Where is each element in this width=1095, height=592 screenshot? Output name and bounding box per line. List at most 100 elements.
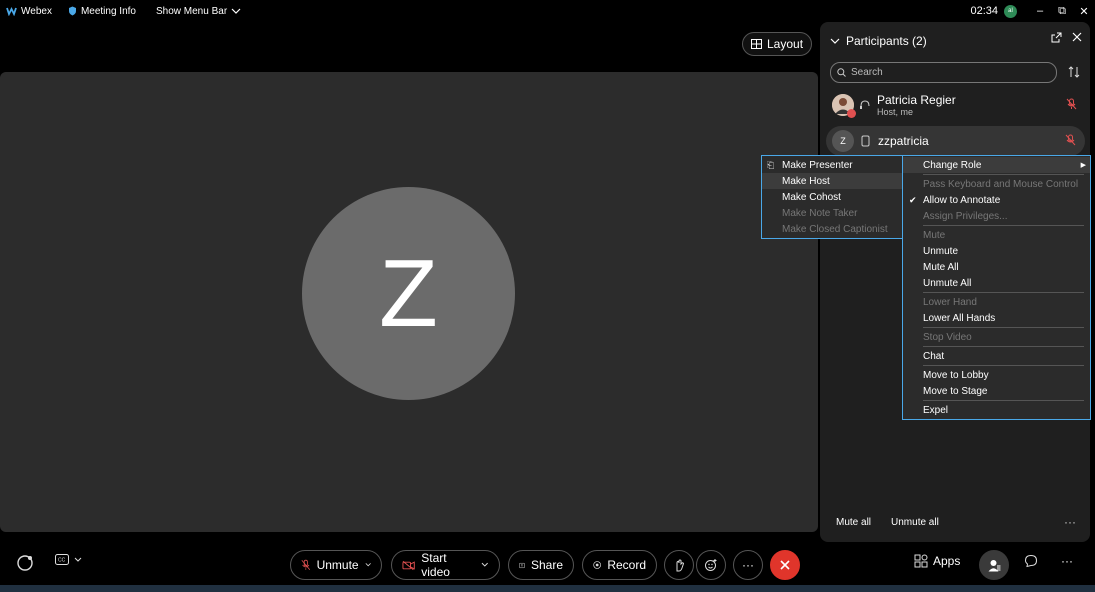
menu-item-make-presenter[interactable]: ⎗ Make Presenter	[762, 157, 902, 173]
record-button[interactable]: Record	[582, 550, 657, 580]
menu-separator	[923, 292, 1084, 293]
layout-button[interactable]: Layout	[742, 32, 813, 56]
participant-name: Patricia Regier	[877, 92, 956, 107]
menu-item-change-role[interactable]: Change Role ▶	[903, 157, 1090, 173]
change-role-submenu: ⎗ Make Presenter Make Host Make Cohost M…	[761, 155, 903, 239]
muted-mic-icon	[301, 559, 311, 571]
activity-button[interactable]	[16, 554, 34, 572]
headset-icon	[860, 100, 870, 109]
menu-item-make-note-taker: Make Note Taker	[782, 207, 858, 219]
record-icon	[593, 561, 601, 569]
more-controls-button[interactable]: ···	[733, 550, 763, 580]
menu-item-mute-all[interactable]: Mute All	[903, 259, 1090, 275]
unmute-button[interactable]: Unmute	[290, 550, 382, 580]
captions-icon: CC	[55, 554, 69, 565]
participant-context-menu: Change Role ▶ Pass Keyboard and Mouse Co…	[902, 155, 1091, 420]
clock: 02:34	[970, 5, 998, 17]
hand-icon	[676, 558, 684, 571]
chat-bubble-icon	[1024, 554, 1038, 568]
participant-avatar-large: Z	[302, 187, 515, 400]
search-input[interactable]: Search	[830, 62, 1057, 83]
share-button[interactable]: Share	[508, 550, 574, 580]
video-stage: Z	[0, 72, 818, 532]
phone-icon	[861, 135, 870, 147]
menu-separator	[923, 400, 1084, 401]
user-avatar[interactable]: al	[1004, 4, 1017, 18]
restore-button[interactable]: ⧉	[1051, 0, 1073, 22]
chevron-down-icon[interactable]	[365, 562, 371, 568]
muted-mic-icon[interactable]	[1065, 134, 1077, 146]
mute-all-button[interactable]: Mute all	[836, 517, 871, 528]
presenter-icon: ⎗	[767, 159, 775, 170]
menu-separator	[923, 346, 1084, 347]
submenu-arrow-icon: ▶	[1080, 162, 1086, 169]
menu-item-move-to-lobby[interactable]: Move to Lobby	[903, 367, 1090, 383]
menu-separator	[923, 174, 1084, 175]
meeting-controls-bar: CC Unmute Start video Share Record ··· A…	[0, 548, 1095, 582]
participant-row[interactable]: Patricia Regier Host, me	[826, 90, 1085, 120]
status-badge	[847, 109, 856, 118]
minimize-button[interactable]: –	[1029, 0, 1051, 22]
start-video-button[interactable]: Start video	[391, 550, 500, 580]
end-meeting-button[interactable]	[770, 550, 800, 580]
muted-mic-icon[interactable]	[1066, 98, 1077, 110]
reactions-button[interactable]	[696, 550, 726, 580]
webex-logo-icon	[6, 6, 17, 16]
video-off-icon	[402, 560, 415, 570]
avatar: Z	[832, 130, 854, 152]
webex-app-menu[interactable]: Webex	[0, 0, 58, 22]
more-options-button[interactable]: ···	[1064, 515, 1076, 529]
unmute-all-button[interactable]: Unmute all	[891, 517, 939, 528]
menu-separator	[923, 327, 1084, 328]
close-icon[interactable]	[1072, 32, 1082, 42]
panel-header: Participants (2)	[830, 34, 927, 48]
participant-row-selected[interactable]: Z zzpatricia	[826, 126, 1085, 156]
menu-item-chat[interactable]: Chat	[903, 348, 1090, 364]
participants-toggle-button[interactable]	[979, 550, 1009, 580]
participant-role: Host, me	[877, 106, 914, 117]
chat-button[interactable]	[1024, 554, 1038, 568]
apps-button[interactable]: Apps	[914, 554, 960, 568]
captions-button[interactable]: CC	[55, 554, 82, 565]
menu-separator	[923, 365, 1084, 366]
os-taskbar-edge	[0, 585, 1095, 592]
svg-text:CC: CC	[58, 558, 66, 564]
more-options-button[interactable]: ···	[1061, 554, 1073, 568]
menu-item-make-host[interactable]: Make Host	[762, 173, 902, 189]
sort-icon[interactable]	[1068, 66, 1080, 78]
collapse-chevron-icon[interactable]	[830, 38, 840, 45]
chevron-down-icon	[74, 557, 82, 562]
menu-separator	[923, 225, 1084, 226]
close-icon	[780, 560, 790, 570]
chevron-down-icon[interactable]	[481, 562, 489, 568]
panel-title: Participants (2)	[846, 34, 927, 48]
participant-name: zzpatricia	[878, 133, 929, 148]
share-icon	[519, 562, 525, 568]
menu-item-make-cohost[interactable]: Make Cohost	[762, 189, 902, 205]
chevron-down-icon	[231, 8, 241, 14]
menu-item-unmute-all[interactable]: Unmute All	[903, 275, 1090, 291]
menu-item-mute: Mute	[923, 229, 946, 241]
menu-item-allow-annotate[interactable]: ✔ Allow to Annotate	[903, 192, 1090, 208]
title-bar: Webex Meeting Info Show Menu Bar 02:34 a…	[0, 0, 1095, 22]
menu-item-make-closed-captionist: Make Closed Captionist	[782, 223, 888, 235]
menu-item-move-to-stage[interactable]: Move to Stage	[903, 383, 1090, 399]
menu-item-expel[interactable]: Expel	[903, 402, 1090, 418]
show-menu-bar-button[interactable]: Show Menu Bar	[150, 0, 247, 22]
menu-item-unmute[interactable]: Unmute	[903, 243, 1090, 259]
menu-item-assign-privileges: Assign Privileges...	[923, 210, 1008, 222]
smiley-plus-icon	[705, 559, 717, 571]
apps-icon	[914, 554, 928, 568]
app-name: Webex	[21, 5, 52, 17]
search-icon	[837, 68, 846, 77]
popout-icon[interactable]	[1051, 32, 1062, 43]
close-window-button[interactable]: ✕	[1073, 0, 1095, 22]
menu-item-stop-video: Stop Video	[923, 331, 972, 343]
menu-item-lower-all-hands[interactable]: Lower All Hands	[903, 310, 1090, 326]
checkmark-icon: ✔	[909, 194, 917, 205]
person-icon	[988, 559, 1000, 571]
meeting-info-button[interactable]: Meeting Info	[62, 0, 142, 22]
avatar	[832, 94, 856, 118]
menu-item-lower-hand: Lower Hand	[923, 296, 977, 308]
raise-hand-button[interactable]	[664, 550, 694, 580]
